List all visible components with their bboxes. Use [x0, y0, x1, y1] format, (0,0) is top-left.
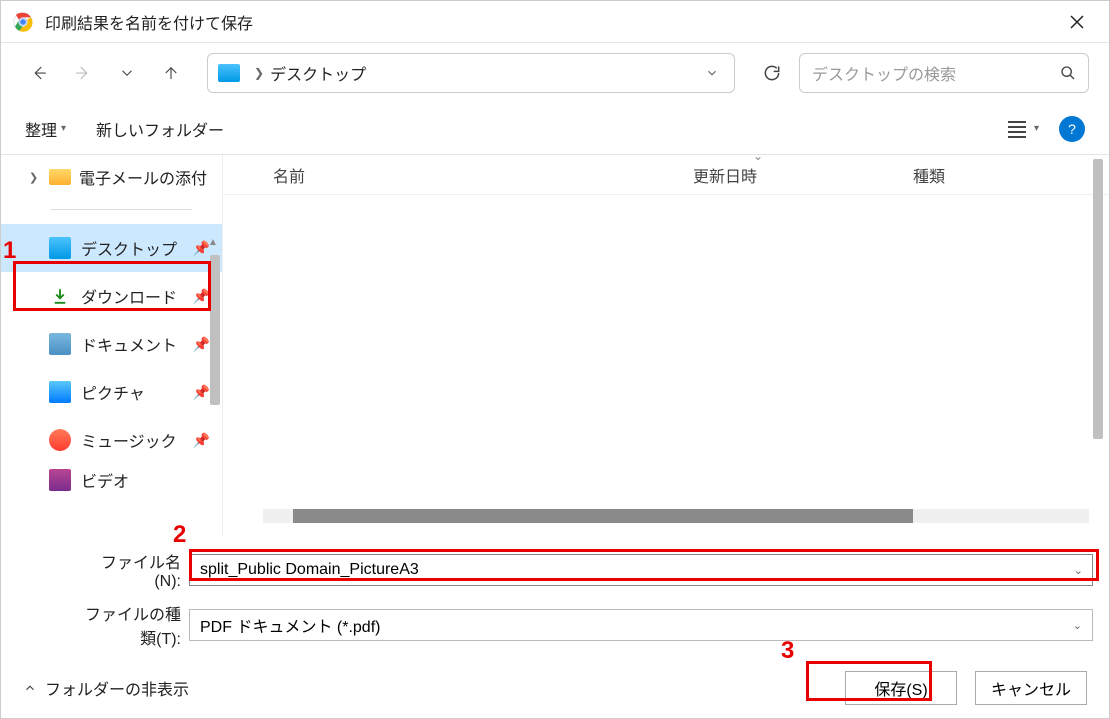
- tree-item-email-attachments[interactable]: ❯ 電子メールの添付: [1, 159, 222, 195]
- save-fields: ファイル名(N): ⌄ ファイルの種類(T): PDF ドキュメント (*.pd…: [1, 535, 1109, 673]
- filetype-label: ファイルの種類(T):: [81, 601, 189, 649]
- list-view-icon: [1006, 120, 1028, 138]
- recent-button[interactable]: [109, 55, 145, 91]
- filetype-select[interactable]: PDF ドキュメント (*.pdf) ⌄: [189, 609, 1093, 641]
- sidebar-item-label: デスクトップ: [81, 236, 177, 260]
- close-button[interactable]: [1057, 2, 1097, 42]
- arrow-right-icon: [74, 64, 92, 82]
- sidebar-item-label: ダウンロード: [81, 284, 177, 308]
- pin-icon[interactable]: 📌: [193, 288, 210, 305]
- filetype-value: PDF ドキュメント (*.pdf): [200, 613, 1073, 637]
- titlebar: 印刷結果を名前を付けて保存: [1, 1, 1109, 43]
- chevron-down-icon: ▾: [1034, 123, 1039, 134]
- file-list: 名前 ⌄ 更新日時 種類: [222, 155, 1109, 535]
- scrollbar-thumb[interactable]: [293, 509, 913, 523]
- search-input[interactable]: デスクトップの検索: [799, 53, 1089, 93]
- download-icon: [49, 285, 71, 307]
- pin-icon[interactable]: 📌: [193, 432, 210, 449]
- search-placeholder: デスクトップの検索: [812, 61, 1060, 85]
- view-menu[interactable]: ▾: [1006, 120, 1039, 138]
- breadcrumb-separator-icon: ❯: [254, 66, 264, 80]
- chevron-down-icon: [705, 66, 719, 80]
- folder-icon: [49, 169, 71, 185]
- arrow-left-icon: [30, 64, 48, 82]
- chevron-down-icon: ▾: [61, 123, 66, 134]
- hide-folders-label: フォルダーの非表示: [45, 676, 189, 700]
- desktop-icon: [218, 64, 240, 82]
- expand-icon[interactable]: ❯: [29, 171, 41, 184]
- sidebar-item-label: ミュージック: [81, 428, 177, 452]
- chevron-down-icon: [118, 64, 136, 82]
- breadcrumb-location: デスクトップ: [270, 61, 700, 85]
- close-icon: [1069, 14, 1085, 30]
- sidebar-item-desktop[interactable]: デスクトップ 📌: [1, 224, 222, 272]
- back-button[interactable]: [21, 55, 57, 91]
- sidebar-item-label: ビデオ: [81, 468, 129, 492]
- main-area: ❯ 電子メールの添付 デスクトップ 📌 ダウンロード 📌 ドキュメント 📌 ピク…: [1, 155, 1109, 535]
- column-headers: 名前 ⌄ 更新日時 種類: [223, 155, 1109, 195]
- organize-label: 整理: [25, 117, 57, 141]
- search-icon: [1060, 65, 1076, 81]
- sidebar-item-documents[interactable]: ドキュメント 📌: [1, 320, 222, 368]
- new-folder-button[interactable]: 新しいフォルダー: [96, 117, 224, 141]
- toolbar: 整理 ▾ 新しいフォルダー ▾ ?: [1, 103, 1109, 155]
- help-icon: ?: [1068, 121, 1076, 137]
- sidebar-item-downloads[interactable]: ダウンロード 📌: [1, 272, 222, 320]
- video-icon: [49, 469, 71, 491]
- save-button[interactable]: 保存(S): [845, 671, 957, 705]
- column-date[interactable]: ⌄ 更新日時: [693, 163, 913, 187]
- footer: フォルダーの非表示 保存(S) キャンセル: [1, 658, 1109, 718]
- sidebar-scrollbar[interactable]: [210, 255, 220, 405]
- sidebar-item-videos[interactable]: ビデオ: [1, 464, 222, 496]
- music-icon: [49, 429, 71, 451]
- chevron-up-icon: [23, 681, 37, 695]
- refresh-button[interactable]: [753, 54, 791, 92]
- sort-indicator-icon: ⌄: [753, 149, 763, 163]
- up-button[interactable]: [153, 55, 189, 91]
- address-dropdown[interactable]: [700, 61, 724, 85]
- chrome-logo-icon: [13, 12, 33, 32]
- chevron-down-icon: ⌄: [1073, 619, 1082, 632]
- tree-item-label: 電子メールの添付: [79, 165, 207, 189]
- refresh-icon: [762, 63, 782, 83]
- vertical-scrollbar[interactable]: [1093, 159, 1103, 439]
- scroll-up-icon[interactable]: ▲: [206, 237, 220, 248]
- address-bar[interactable]: ❯ デスクトップ: [207, 53, 735, 93]
- documents-icon: [49, 333, 71, 355]
- help-button[interactable]: ?: [1059, 116, 1085, 142]
- sidebar-item-music[interactable]: ミュージック 📌: [1, 416, 222, 464]
- chevron-down-icon[interactable]: ⌄: [1074, 564, 1083, 577]
- navbar: ❯ デスクトップ デスクトップの検索: [1, 43, 1109, 103]
- horizontal-scrollbar[interactable]: [263, 509, 1089, 523]
- sidebar: ❯ 電子メールの添付 デスクトップ 📌 ダウンロード 📌 ドキュメント 📌 ピク…: [1, 155, 222, 535]
- pictures-icon: [49, 381, 71, 403]
- sidebar-item-label: ドキュメント: [81, 332, 177, 356]
- filename-label: ファイル名(N):: [81, 549, 189, 591]
- new-folder-label: 新しいフォルダー: [96, 117, 224, 141]
- divider: [51, 209, 192, 210]
- arrow-up-icon: [162, 64, 180, 82]
- desktop-icon: [49, 237, 71, 259]
- sidebar-item-pictures[interactable]: ピクチャ 📌: [1, 368, 222, 416]
- pin-icon[interactable]: 📌: [193, 336, 210, 353]
- column-name[interactable]: 名前: [273, 163, 693, 187]
- pin-icon[interactable]: 📌: [193, 384, 210, 401]
- organize-menu[interactable]: 整理 ▾: [25, 117, 66, 141]
- cancel-button[interactable]: キャンセル: [975, 671, 1087, 705]
- forward-button[interactable]: [65, 55, 101, 91]
- hide-folders-toggle[interactable]: フォルダーの非表示: [23, 676, 189, 700]
- window-title: 印刷結果を名前を付けて保存: [45, 10, 1057, 34]
- column-type[interactable]: 種類: [913, 163, 1109, 187]
- sidebar-item-label: ピクチャ: [81, 380, 145, 404]
- filename-input[interactable]: [189, 554, 1093, 586]
